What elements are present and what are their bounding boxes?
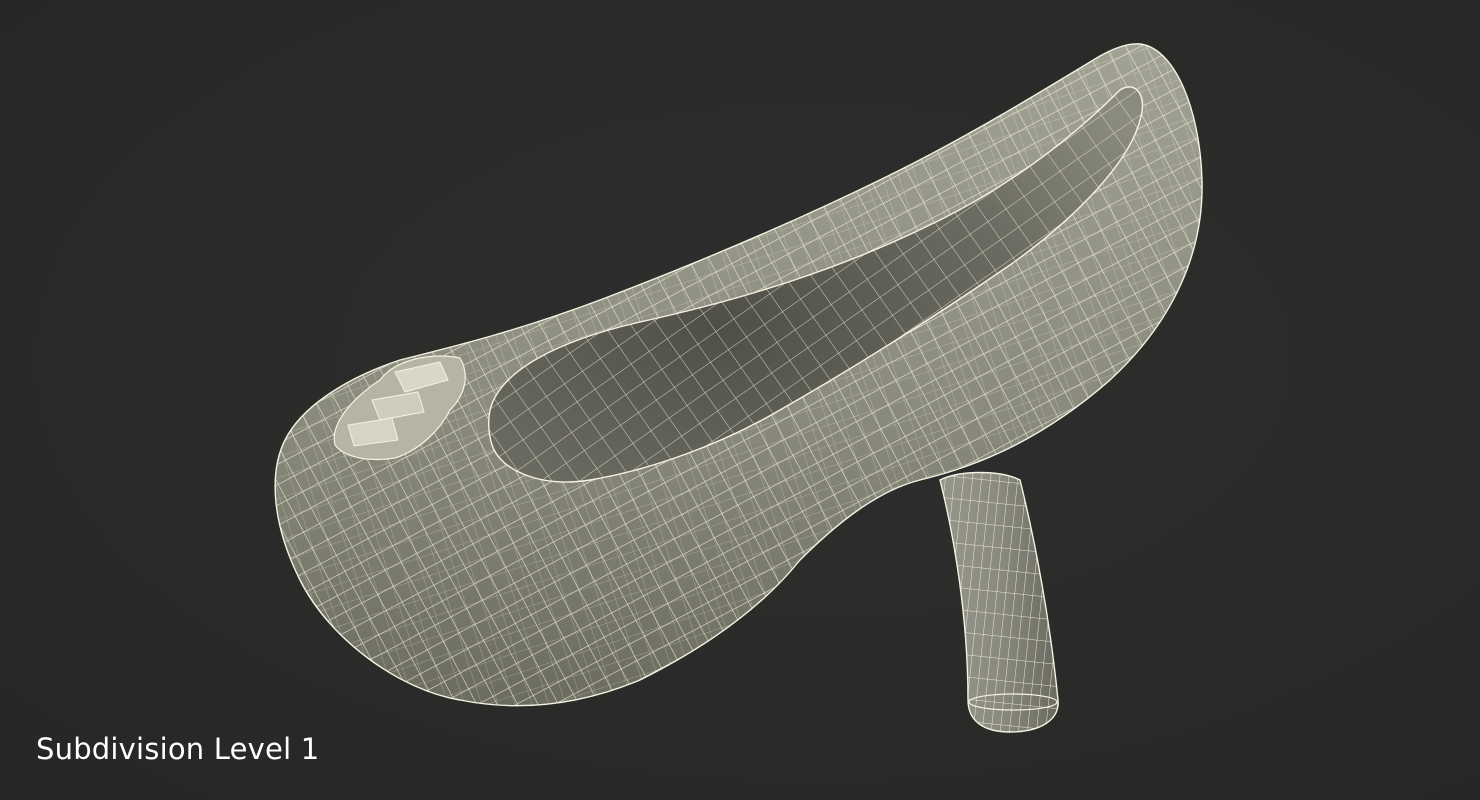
viewport: Subdivision Level 1 [0, 0, 1480, 800]
shoe-heel [939, 471, 1059, 733]
shoe-wireframe-render [274, 43, 1203, 733]
subdivision-level-caption: Subdivision Level 1 [36, 732, 320, 766]
